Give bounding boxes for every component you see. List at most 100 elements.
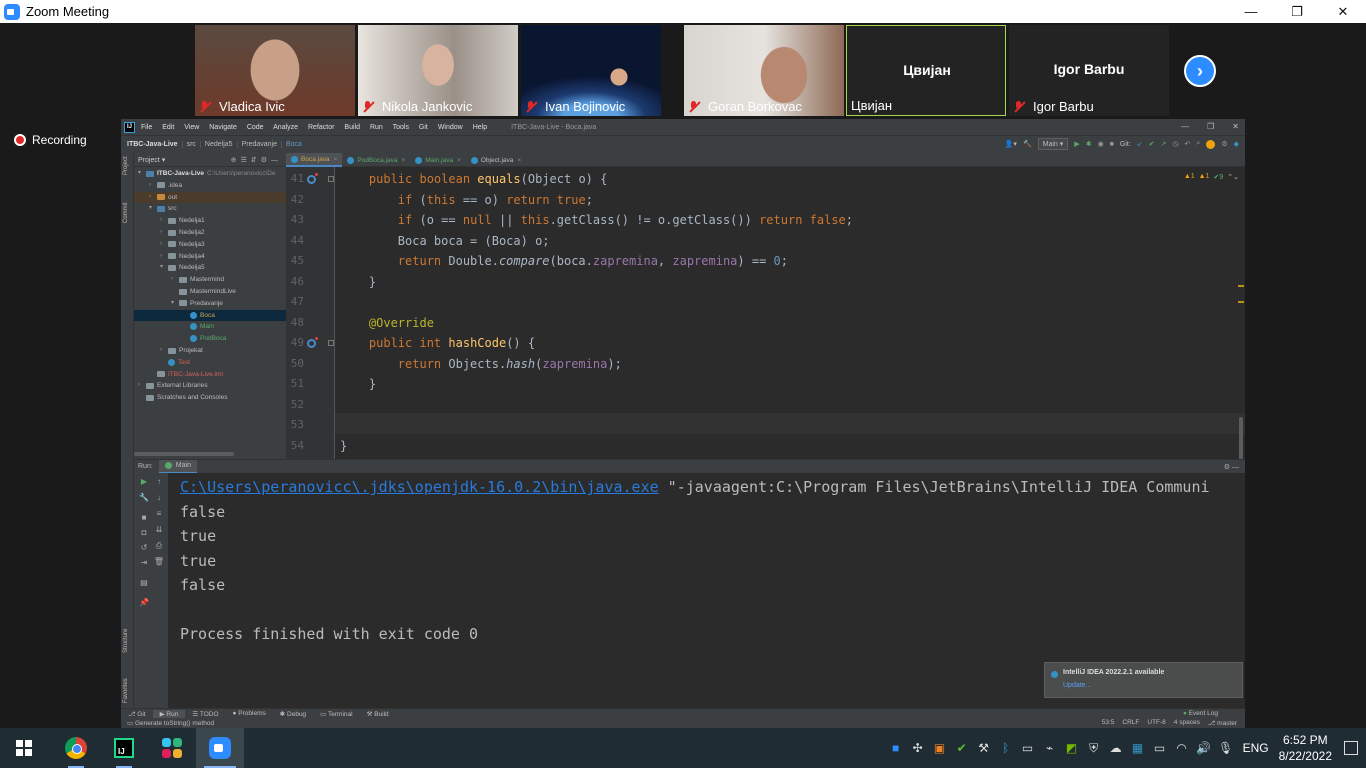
microphone-icon[interactable]: 🎙 bbox=[1215, 728, 1237, 768]
chevron-right-icon[interactable]: › bbox=[160, 215, 168, 226]
participant-tile[interactable]: Vladica Ivic bbox=[195, 25, 355, 116]
tree-item[interactable]: › out bbox=[134, 191, 286, 203]
battery-icon[interactable]: ▭ bbox=[1149, 728, 1171, 768]
camera-icon[interactable]: ◘ bbox=[138, 528, 150, 537]
cloud-icon[interactable]: ☁ bbox=[1105, 728, 1127, 768]
minimize-button[interactable]: — bbox=[1228, 0, 1274, 23]
indent-setting[interactable]: 4 spaces bbox=[1174, 719, 1200, 727]
rerun-icon[interactable]: ▶ bbox=[138, 477, 150, 486]
tab-close-icon[interactable]: × bbox=[457, 157, 461, 164]
recording-indicator[interactable]: Recording bbox=[14, 133, 87, 147]
maximize-button[interactable]: ❐ bbox=[1274, 0, 1320, 23]
participant-tile[interactable]: Igor Barbu Igor Barbu bbox=[1009, 25, 1169, 116]
run-icon[interactable]: ▶ bbox=[1074, 140, 1079, 148]
project-panel-tools[interactable]: ⊕☰⇵⚙— bbox=[231, 156, 282, 164]
updates-icon[interactable] bbox=[1206, 139, 1216, 149]
java-exe-link[interactable]: C:\Users\peranovicc\.jdks\openjdk-16.0.2… bbox=[180, 478, 659, 496]
chevron-down-icon[interactable]: ▾ bbox=[138, 168, 146, 179]
tree-item[interactable]: Test bbox=[134, 357, 286, 368]
update-notification[interactable]: IntelliJ IDEA 2022.2.1 available Update.… bbox=[1044, 662, 1243, 698]
file-encoding[interactable]: UTF-8 bbox=[1147, 719, 1165, 727]
project-tool-tab[interactable]: Project bbox=[123, 156, 129, 175]
menu-help[interactable]: Help bbox=[473, 124, 487, 131]
plugin-icon[interactable]: ◆ bbox=[1234, 140, 1239, 148]
chevron-right-icon[interactable]: › bbox=[160, 345, 168, 356]
tab-close-icon[interactable]: × bbox=[401, 157, 405, 164]
notification-center-icon[interactable] bbox=[1344, 741, 1358, 755]
tab-close-icon[interactable]: × bbox=[517, 157, 521, 164]
tree-item[interactable]: MastermindLive bbox=[134, 286, 286, 297]
git-history-icon[interactable]: ◷ bbox=[1172, 140, 1178, 148]
project-view-select[interactable]: Project ▾ bbox=[138, 156, 165, 164]
warning-marker[interactable] bbox=[1238, 285, 1244, 287]
tool-tab-run[interactable]: ▶ Run bbox=[152, 709, 186, 718]
run-panel-tools[interactable]: ⚙ — bbox=[1224, 463, 1239, 471]
taskbar-zoom[interactable] bbox=[196, 728, 244, 768]
tool-tab-terminal[interactable]: ▭ Terminal bbox=[313, 710, 359, 718]
update-link[interactable]: Update... bbox=[1063, 682, 1091, 689]
chevron-right-icon[interactable]: › bbox=[138, 380, 146, 391]
caret-position[interactable]: 53:5 bbox=[1102, 719, 1115, 727]
tree-item[interactable]: › .idea bbox=[134, 180, 286, 191]
volume-icon[interactable]: 🔊 bbox=[1193, 728, 1215, 768]
tree-item[interactable]: › Nedelja3 bbox=[134, 239, 286, 250]
bluetooth-icon[interactable]: ᛒ bbox=[995, 728, 1017, 768]
menu-view[interactable]: View bbox=[184, 124, 199, 131]
menu-build[interactable]: Build bbox=[344, 124, 360, 131]
tree-item[interactable]: Main bbox=[134, 321, 286, 332]
menu-analyze[interactable]: Analyze bbox=[273, 124, 298, 131]
taskbar-intellij[interactable]: IJ bbox=[100, 728, 148, 768]
chevron-right-icon[interactable]: › bbox=[171, 274, 179, 285]
favorites-tool-tab[interactable]: Favorites bbox=[123, 678, 129, 703]
taskbar-chrome[interactable] bbox=[52, 728, 100, 768]
network-app-icon[interactable]: ▦ bbox=[1127, 728, 1149, 768]
close-button[interactable]: ✕ bbox=[1320, 0, 1366, 23]
tab-podboca[interactable]: PodBoca.java × bbox=[342, 153, 410, 167]
inspection-widget[interactable]: ▲1 ▲1 ✔9 ⌃⌄ bbox=[1184, 173, 1239, 181]
zoom-tray-icon[interactable]: ■ bbox=[885, 728, 907, 768]
git-update-icon[interactable]: ↙ bbox=[1137, 140, 1143, 148]
tree-item[interactable]: › Nedelja2 bbox=[134, 227, 286, 238]
menu-edit[interactable]: Edit bbox=[162, 124, 174, 131]
git-rollback-icon[interactable]: ↶ bbox=[1185, 140, 1191, 148]
tree-item[interactable]: › Nedelja1 bbox=[134, 215, 286, 226]
tool-tab-build[interactable]: ⚒ Build bbox=[360, 710, 396, 718]
breadcrumb-boca[interactable]: Boca bbox=[282, 141, 306, 148]
taskbar-slack[interactable] bbox=[148, 728, 196, 768]
menu-tools[interactable]: Tools bbox=[393, 124, 409, 131]
run-tab-main[interactable]: Main bbox=[158, 459, 197, 474]
project-hscrollbar[interactable] bbox=[134, 452, 234, 456]
tab-object[interactable]: Object.java × bbox=[466, 153, 526, 167]
user-icon[interactable]: 👤▾ bbox=[1005, 140, 1017, 148]
menu-run[interactable]: Run bbox=[370, 124, 383, 131]
stop-icon[interactable]: ■ bbox=[138, 513, 150, 522]
git-commit-icon[interactable]: ✔ bbox=[1149, 140, 1155, 148]
chevron-right-icon[interactable]: › bbox=[160, 251, 168, 262]
ide-maximize-button[interactable]: ❐ bbox=[1207, 119, 1214, 135]
print-icon[interactable]: ⎙ bbox=[153, 541, 165, 551]
code-editor[interactable]: 41 42 43 44 45 46 47 48 49 50 51 52 53 5… bbox=[286, 167, 1245, 459]
display-tray-icon[interactable]: ▭ bbox=[1017, 728, 1039, 768]
tool-tab-debug[interactable]: ✱ Debug bbox=[273, 710, 313, 718]
restore-icon[interactable]: ↺ bbox=[138, 543, 150, 552]
search-icon[interactable]: ⌕ bbox=[1196, 140, 1200, 148]
breadcrumb-predavanje[interactable]: Predavanje bbox=[238, 141, 282, 148]
tree-item[interactable]: › Nedelja4 bbox=[134, 251, 286, 262]
run-config-select[interactable]: Main ▾ bbox=[1037, 138, 1069, 150]
git-branch[interactable]: ⎇ master bbox=[1208, 719, 1237, 727]
layout-icon[interactable]: ▤ bbox=[138, 578, 150, 587]
tool-tab-problems[interactable]: ● Problems bbox=[226, 710, 273, 717]
chevron-down-icon[interactable]: ▾ bbox=[160, 262, 168, 273]
soft-wrap-icon[interactable]: ≡ bbox=[153, 509, 165, 518]
breadcrumb-project[interactable]: ITBC-Java-Live bbox=[121, 141, 183, 148]
defender-icon[interactable]: ⛨ bbox=[1083, 728, 1105, 768]
debug-icon[interactable]: ✱ bbox=[1086, 140, 1092, 148]
pin-icon[interactable]: 📌 bbox=[138, 598, 150, 607]
driver-tray-icon[interactable]: ⌁ bbox=[1039, 728, 1061, 768]
check-tray-icon[interactable]: ✔ bbox=[951, 728, 973, 768]
stop-icon[interactable]: ■ bbox=[1110, 141, 1114, 148]
tab-main[interactable]: Main.java × bbox=[410, 153, 466, 167]
down-icon[interactable]: ↓ bbox=[153, 493, 165, 502]
event-log-button[interactable]: ● Event Log bbox=[1176, 710, 1225, 717]
chevron-right-icon[interactable]: › bbox=[160, 227, 168, 238]
